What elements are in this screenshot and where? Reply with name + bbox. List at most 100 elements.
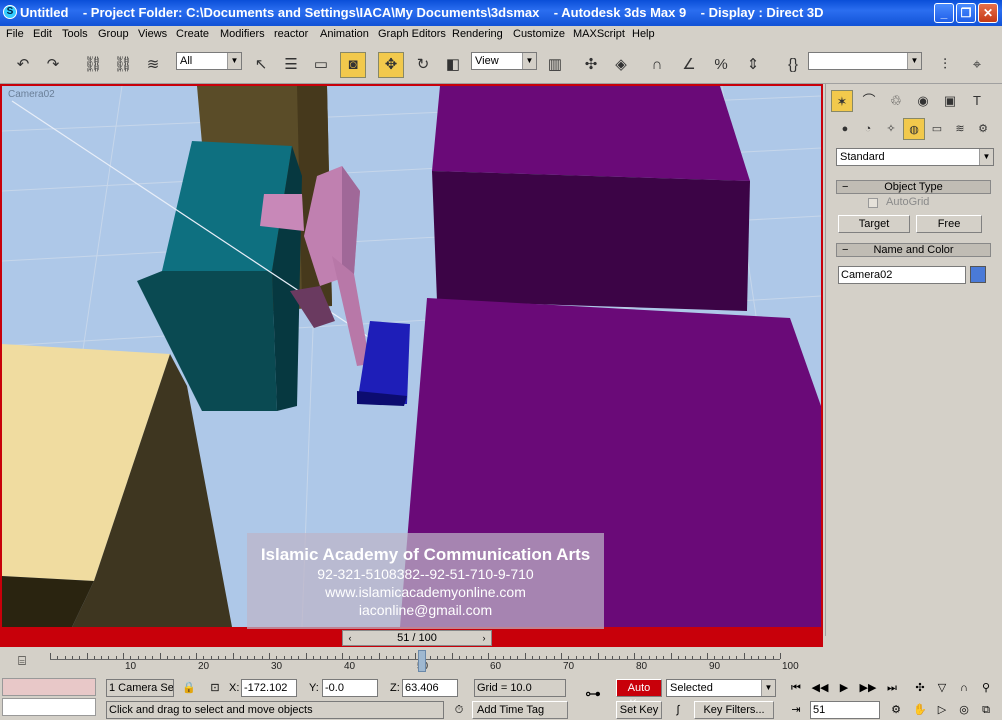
key-mode-dropdown[interactable]: Selected ▼ [666, 679, 776, 697]
modify-tab-icon[interactable]: ⌒ [858, 90, 880, 112]
maxscript-listener[interactable] [2, 678, 96, 696]
edit-named-selection-icon[interactable]: {} [780, 52, 806, 78]
auto-key-button[interactable]: Auto Key [616, 679, 662, 710]
align-icon[interactable]: ⌖ [964, 52, 990, 78]
set-key-button[interactable]: Set Key [616, 701, 662, 719]
close-button[interactable]: ✕ [978, 3, 998, 23]
target-camera-button[interactable]: Target [838, 215, 910, 233]
next-frame-icon[interactable]: › [477, 631, 491, 645]
dolly-camera-icon[interactable]: ▷ [932, 701, 952, 719]
spinner-snap-icon[interactable]: ⇕ [740, 52, 766, 78]
menu-edit[interactable]: Edit [33, 28, 52, 40]
time-configuration-icon[interactable]: ⚙ [886, 701, 906, 719]
viewport-label[interactable]: Camera02 [8, 89, 55, 100]
y-coordinate-field[interactable]: -0.0 [322, 679, 378, 697]
free-camera-button[interactable]: Free [916, 215, 982, 233]
rectangular-selection-icon[interactable]: ▭ [308, 52, 334, 78]
hierarchy-tab-icon[interactable]: ♲ [885, 90, 907, 112]
maximize-viewport-icon[interactable]: ⧉ [976, 701, 996, 719]
z-coordinate-field[interactable]: 63.406 [402, 679, 458, 697]
create-tab-icon[interactable]: ✶ [831, 90, 853, 112]
absolute-mode-icon[interactable]: ⊡ [205, 679, 225, 697]
field-of-view-icon[interactable]: ▽ [932, 679, 952, 697]
angle-snap-icon[interactable]: ∠ [676, 52, 702, 78]
menu-file[interactable]: File [6, 28, 24, 40]
orbit-icon[interactable]: ∩ [954, 679, 974, 697]
maxscript-mini-listener[interactable] [2, 698, 96, 716]
blue-box[interactable] [357, 321, 410, 406]
object-category-dropdown[interactable]: Standard ▼ [836, 148, 994, 166]
current-frame-field[interactable]: 51 [810, 701, 880, 719]
default-tangent-icon[interactable]: ∫ [668, 701, 688, 719]
next-frame-button-icon[interactable]: ▶▶ [858, 679, 878, 697]
shapes-icon[interactable]: ◔ [857, 118, 879, 140]
key-mode-toggle-icon[interactable]: ⇥ [786, 701, 806, 719]
menu-reactor[interactable]: reactor [274, 28, 308, 40]
key-filters-button[interactable]: Key Filters... [694, 701, 774, 719]
play-icon[interactable]: ▶ [834, 679, 854, 697]
menu-maxscript[interactable]: MAXScript [573, 28, 625, 40]
go-to-start-icon[interactable]: ⏮ [786, 679, 806, 697]
name-and-color-rollout[interactable]: − Name and Color [836, 243, 991, 257]
named-selection-dropdown[interactable]: ▼ [808, 52, 922, 70]
previous-frame-icon[interactable]: ◀◀ [810, 679, 830, 697]
minimize-button[interactable]: _ [934, 3, 954, 23]
menu-group[interactable]: Group [98, 28, 129, 40]
select-and-rotate-icon[interactable]: ↻ [410, 52, 436, 78]
menu-help[interactable]: Help [632, 28, 655, 40]
redo-icon[interactable]: ↷ [40, 52, 66, 78]
current-frame-marker[interactable] [418, 650, 427, 672]
mirror-icon[interactable]: ⫶ [932, 52, 958, 78]
window-crossing-icon[interactable]: ◙ [340, 52, 366, 78]
selection-filter-dropdown[interactable]: All ▼ [176, 52, 242, 70]
space-warps-icon[interactable]: ≋ [949, 118, 971, 140]
keyboard-shortcut-icon[interactable]: ◈ [608, 52, 634, 78]
select-object-icon[interactable]: ↖ [248, 52, 274, 78]
select-and-scale-icon[interactable]: ◧ [440, 52, 466, 78]
zoom-icon[interactable]: ✣ [910, 679, 930, 697]
select-and-move-icon[interactable]: ✥ [378, 52, 404, 78]
prev-frame-icon[interactable]: ‹ [343, 631, 357, 645]
select-and-link-icon[interactable]: ⛓ [80, 52, 106, 78]
autogrid-checkbox[interactable] [868, 198, 878, 208]
menu-create[interactable]: Create [176, 28, 209, 40]
truck-camera-icon[interactable]: ✋ [910, 701, 930, 719]
select-and-manipulate-icon[interactable]: ✣ [578, 52, 604, 78]
lights-icon[interactable]: ✧ [880, 118, 902, 140]
menu-rendering[interactable]: Rendering [452, 28, 503, 40]
menu-views[interactable]: Views [138, 28, 167, 40]
object-color-swatch[interactable] [970, 266, 986, 283]
utilities-tab-icon[interactable]: T [966, 90, 988, 112]
bind-space-warp-icon[interactable]: ≋ [140, 52, 166, 78]
lock-selection-icon[interactable]: 🔒 [179, 679, 199, 697]
x-coordinate-field[interactable]: -172.102 [241, 679, 297, 697]
menu-tools[interactable]: Tools [62, 28, 88, 40]
undo-icon[interactable]: ↶ [10, 52, 36, 78]
menu-graph-editors[interactable]: Graph Editors [378, 28, 446, 40]
track-ruler[interactable] [50, 650, 781, 660]
cameras-icon[interactable]: ◍ [903, 118, 925, 140]
geometry-icon[interactable]: ● [834, 118, 856, 140]
motion-tab-icon[interactable]: ◉ [912, 90, 934, 112]
snaps-toggle-icon[interactable]: ∩ [644, 52, 670, 78]
select-by-name-icon[interactable]: ☰ [278, 52, 304, 78]
pivot-center-icon[interactable]: ▥ [542, 52, 568, 78]
time-slider[interactable]: ‹ 51 / 100 › [342, 630, 492, 646]
object-name-field[interactable]: Camera02 [838, 266, 966, 284]
roll-camera-icon[interactable]: ⚲ [976, 679, 996, 697]
add-time-tag-button[interactable]: Add Time Tag [472, 701, 568, 719]
percent-snap-icon[interactable]: % [708, 52, 734, 78]
display-tab-icon[interactable]: ▣ [939, 90, 961, 112]
systems-icon[interactable]: ⚙ [972, 118, 994, 140]
menu-modifiers[interactable]: Modifiers [220, 28, 265, 40]
mini-curve-editor-icon[interactable]: ⌸ [12, 652, 32, 670]
maximize-button[interactable]: ❐ [956, 3, 976, 23]
walk-through-icon[interactable]: ◎ [954, 701, 974, 719]
reference-coordinate-dropdown[interactable]: View ▼ [471, 52, 537, 70]
go-to-end-icon[interactable]: ⏭ [882, 679, 902, 697]
set-key-icon[interactable]: ⊶ [578, 686, 608, 704]
unlink-icon[interactable]: ⛓ [110, 52, 136, 78]
purple-box-top[interactable] [432, 86, 750, 311]
helpers-icon[interactable]: ▭ [926, 118, 948, 140]
menu-customize[interactable]: Customize [513, 28, 565, 40]
